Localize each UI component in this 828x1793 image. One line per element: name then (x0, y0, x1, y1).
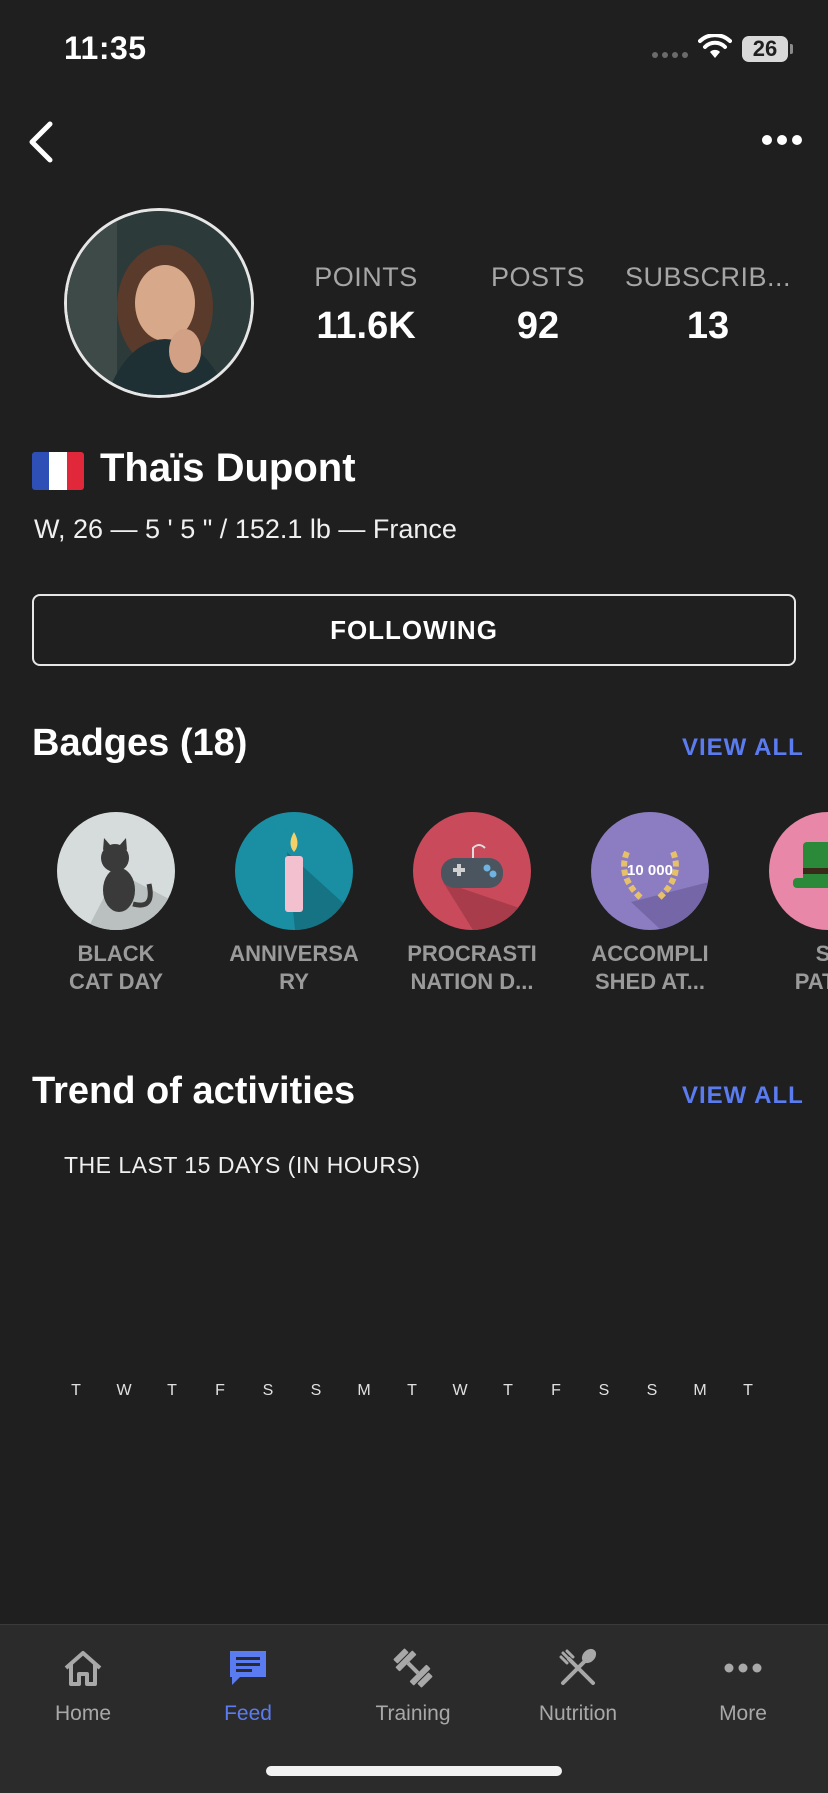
following-button[interactable]: FOLLOWING (32, 594, 796, 666)
france-flag-icon (32, 452, 84, 490)
stat-label: POINTS (314, 262, 418, 292)
day-label: T (743, 1382, 753, 1399)
tab-label: Feed (224, 1702, 272, 1725)
badge-label: ACCOMPLI SHED AT... (591, 941, 709, 994)
day-label: W (116, 1382, 132, 1399)
stat-points[interactable]: POINTS 11.6K (276, 262, 456, 348)
status-time: 11:35 (64, 30, 147, 66)
laurel-icon: 10 000 (591, 812, 709, 930)
stat-value: 11.6K (316, 305, 416, 347)
profile-name: Thaïs Dupont (100, 446, 356, 490)
day-label: W (452, 1382, 468, 1399)
candle-icon (235, 812, 353, 930)
stat-value: 13 (686, 305, 730, 347)
badge-item[interactable]: PROCRASTI NATION D... (387, 812, 557, 996)
badge-label: PROCRASTI NATION D... (407, 941, 537, 994)
tab-home[interactable]: Home (8, 1640, 158, 1726)
day-label: T (167, 1382, 177, 1399)
battery-tip (790, 44, 793, 54)
tab-training[interactable]: Training (338, 1640, 488, 1726)
badge-label: ANNIVERSA RY (229, 941, 359, 994)
day-label: M (693, 1382, 707, 1399)
profile-details: W, 26 — 5 ' 5 " / 152.1 lb — France (34, 514, 457, 544)
black-cat-icon (57, 812, 175, 930)
gamepad-icon (413, 812, 531, 930)
day-label: S (598, 1382, 610, 1399)
day-label: F (215, 1382, 225, 1399)
badge-item[interactable]: S PATR (743, 812, 828, 996)
badge-label: BLACK CAT DAY (68, 941, 164, 994)
avatar[interactable] (64, 208, 254, 398)
utensils-icon (503, 1640, 653, 1696)
tab-label: Nutrition (538, 1702, 618, 1725)
day-label: T (71, 1382, 81, 1399)
tab-label: More (719, 1702, 767, 1725)
wifi-icon (698, 34, 732, 58)
tab-feed[interactable]: Feed (173, 1640, 323, 1726)
day-label: S (310, 1382, 322, 1399)
tab-label: Training (375, 1702, 451, 1725)
stat-posts[interactable]: POSTS 92 (448, 262, 628, 348)
stat-value: 92 (516, 305, 560, 347)
badges-view-all-link[interactable]: VIEW ALL (682, 734, 804, 762)
tab-more[interactable]: More (668, 1640, 818, 1726)
back-chevron-icon[interactable] (22, 118, 62, 166)
avatar-portrait-icon (67, 211, 251, 395)
more-options-icon[interactable] (760, 126, 804, 154)
stat-subscribers[interactable]: SUBSCRIB... 13 (618, 262, 798, 348)
badges-title: Badges (18) (32, 722, 248, 764)
more-dots-icon (668, 1640, 818, 1696)
badge-item[interactable]: ANNIVERSA RY (209, 812, 379, 996)
cellular-signal-icon (652, 52, 688, 58)
badge-label: S PATR (794, 941, 828, 994)
tab-nutrition[interactable]: Nutrition (503, 1640, 653, 1726)
dumbbell-icon (338, 1640, 488, 1696)
day-label: F (551, 1382, 561, 1399)
day-label: S (262, 1382, 274, 1399)
leprechaun-hat-icon (769, 812, 828, 930)
day-label: T (407, 1382, 417, 1399)
badge-item[interactable]: BLACK CAT DAY (31, 812, 201, 996)
svg-text:10 000: 10 000 (627, 862, 673, 879)
feed-icon (173, 1640, 323, 1696)
stat-label: SUBSCRIB... (624, 262, 792, 292)
badge-item[interactable]: 10 000 ACCOMPLI SHED AT... (565, 812, 735, 996)
tab-label: Home (54, 1702, 112, 1725)
home-indicator (266, 1766, 562, 1776)
day-label: T (503, 1382, 513, 1399)
trend-title: Trend of activities (32, 1070, 356, 1112)
battery-indicator: 26 (742, 36, 788, 62)
chart-subtitle: THE LAST 15 DAYS (IN HOURS) (64, 1152, 421, 1178)
trend-view-all-link[interactable]: VIEW ALL (682, 1082, 804, 1110)
home-icon (8, 1640, 158, 1696)
day-label: M (357, 1382, 371, 1399)
day-label: S (646, 1382, 658, 1399)
stat-label: POSTS (490, 262, 586, 292)
